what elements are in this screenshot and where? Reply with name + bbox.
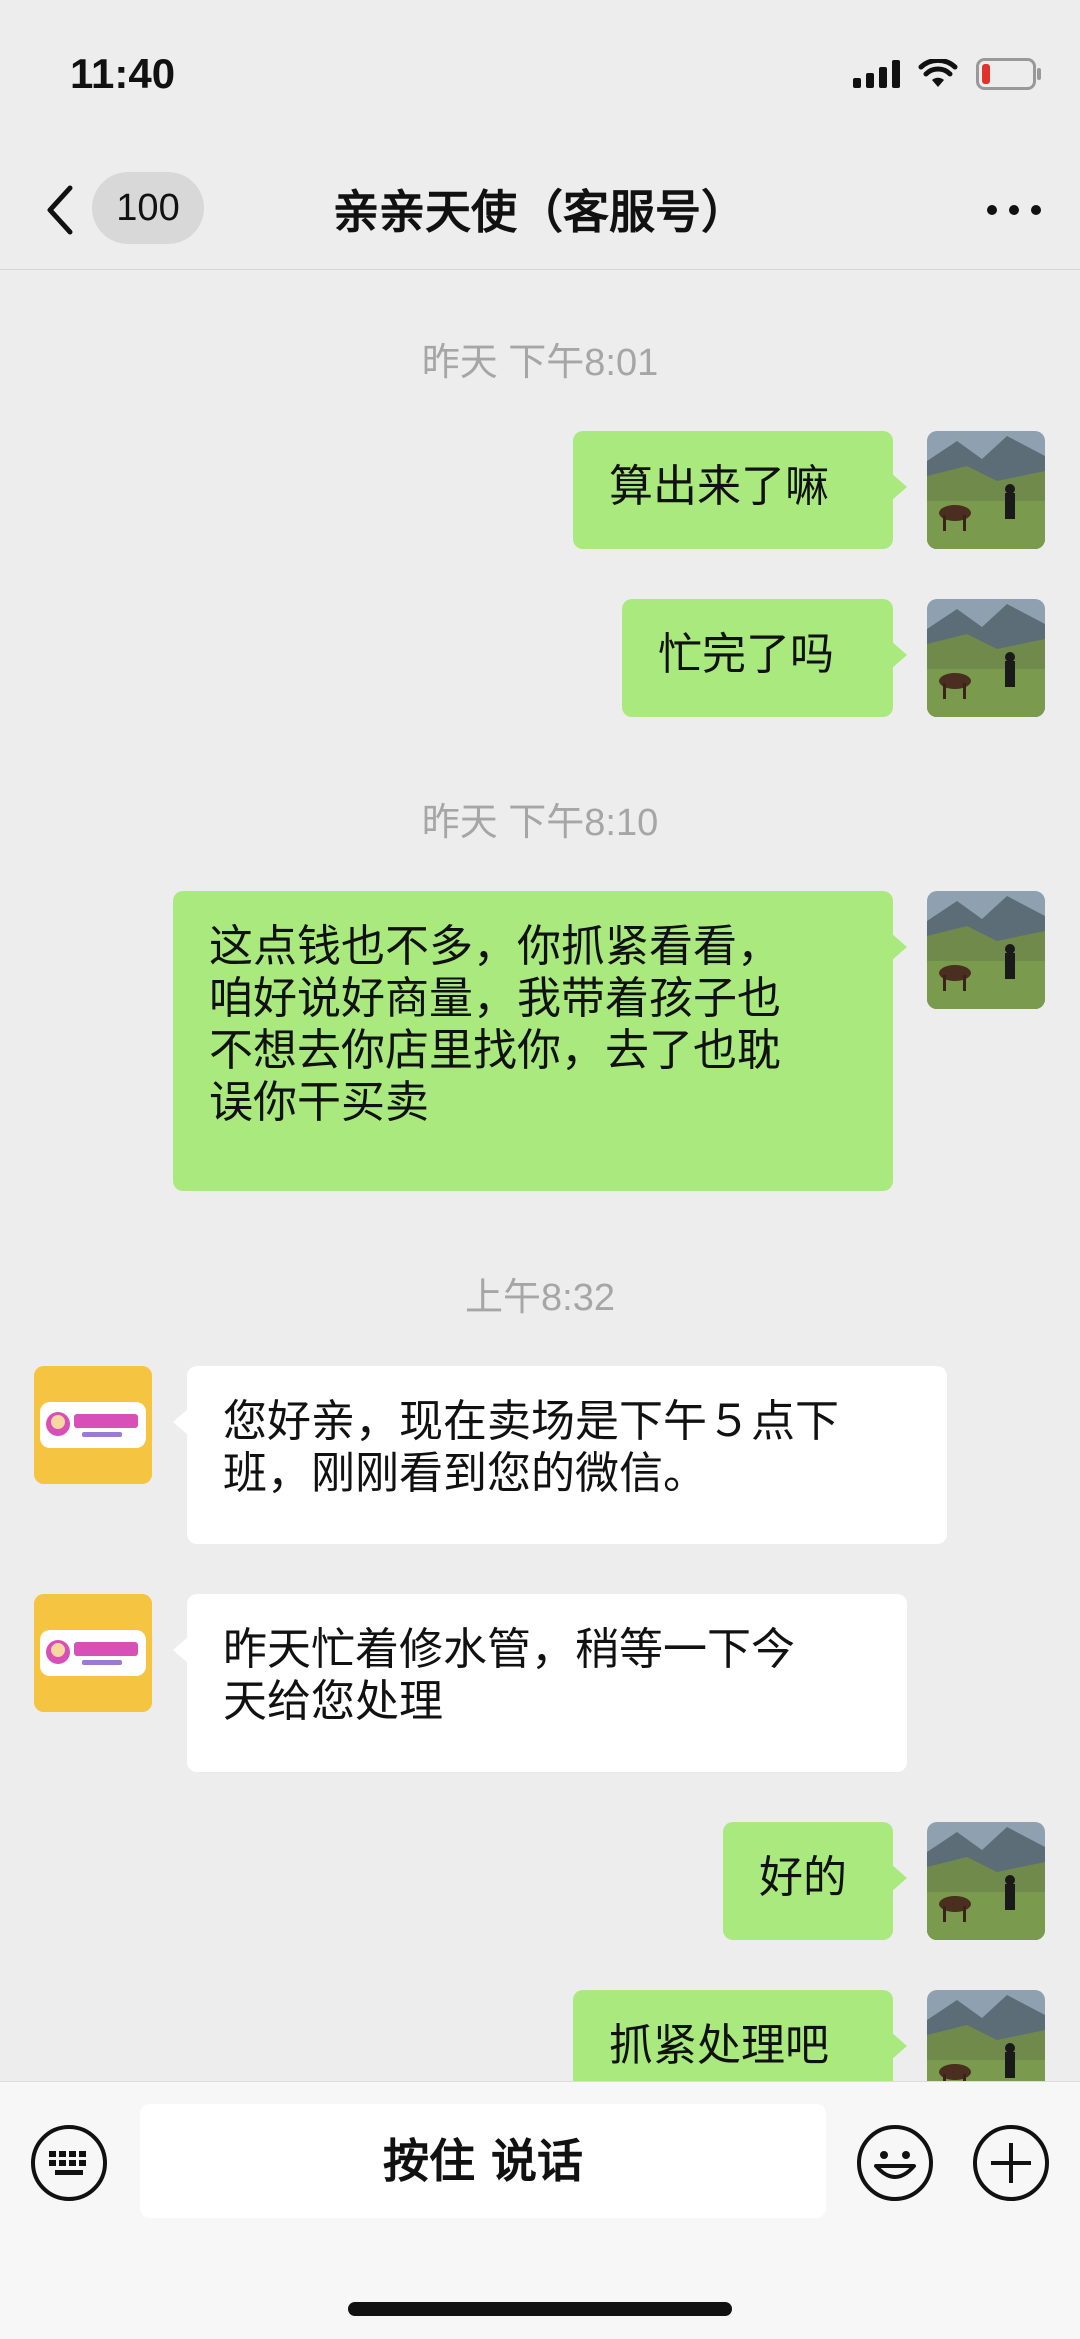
message-bubble-outgoing[interactable]: 抓紧处理吧 bbox=[573, 1990, 907, 2081]
hold-to-talk-button[interactable]: 按住 说话 bbox=[140, 2104, 826, 2218]
home-indicator[interactable] bbox=[348, 2302, 732, 2316]
battery-icon bbox=[976, 58, 1042, 90]
message-timestamp: 昨天 下午8:10 bbox=[421, 802, 659, 844]
my-avatar[interactable] bbox=[927, 1822, 1045, 1940]
my-avatar[interactable] bbox=[927, 431, 1045, 549]
message-text: 忙完了吗 bbox=[658, 629, 834, 680]
status-icons bbox=[853, 58, 1042, 90]
message-text-line: 不想去你店里找你，去了也耽 bbox=[209, 1025, 781, 1076]
chat-header: 100 亲亲天使（客服号） bbox=[0, 150, 1080, 270]
my-avatar[interactable] bbox=[927, 1990, 1045, 2081]
keyboard-icon[interactable] bbox=[30, 2124, 108, 2202]
message-text-line: 昨天忙着修水管，稍等一下今 bbox=[223, 1624, 795, 1675]
message-bubble-outgoing[interactable]: 好的 bbox=[723, 1822, 907, 1940]
message-text-line: 误你干买卖 bbox=[209, 1077, 429, 1128]
message-text-line: 这点钱也不多，你抓紧看看， bbox=[209, 921, 781, 972]
chat-title: 亲亲天使（客服号） bbox=[333, 185, 747, 239]
my-avatar[interactable] bbox=[927, 599, 1045, 717]
message-text: 抓紧处理吧 bbox=[609, 2020, 829, 2071]
message-text-line: 咱好说好商量，我带着孩子也 bbox=[209, 973, 781, 1024]
unread-count-badge[interactable]: 100 bbox=[92, 172, 204, 244]
status-time: 11:40 bbox=[70, 50, 176, 97]
more-horizontal-icon[interactable] bbox=[984, 198, 1044, 222]
message-timestamp: 上午8:32 bbox=[465, 1277, 615, 1319]
message-text-line: 天给您处理 bbox=[223, 1676, 443, 1727]
chevron-left-icon[interactable] bbox=[40, 180, 80, 240]
input-bar: 按住 说话 bbox=[0, 2081, 1080, 2339]
contact-avatar[interactable] bbox=[34, 1594, 152, 1712]
my-avatar[interactable] bbox=[927, 891, 1045, 1009]
message-bubble-outgoing[interactable]: 忙完了吗 bbox=[622, 599, 907, 717]
plus-icon[interactable] bbox=[972, 2124, 1050, 2202]
cellular-signal-icon bbox=[853, 60, 900, 88]
wifi-icon bbox=[918, 59, 958, 89]
message-bubble-outgoing[interactable]: 这点钱也不多，你抓紧看看， 咱好说好商量，我带着孩子也 不想去你店里找你，去了也… bbox=[173, 891, 907, 1191]
emoji-icon[interactable] bbox=[856, 2124, 934, 2202]
message-timestamp: 昨天 下午8:01 bbox=[421, 342, 659, 384]
message-bubble-incoming[interactable]: 昨天忙着修水管，稍等一下今 天给您处理 bbox=[173, 1594, 907, 1772]
message-bubble-incoming[interactable]: 您好亲，现在卖场是下午５点下 班，刚刚看到您的微信。 bbox=[173, 1366, 947, 1544]
message-text: 好的 bbox=[759, 1852, 847, 1903]
message-bubble-outgoing[interactable]: 算出来了嘛 bbox=[573, 431, 907, 549]
status-bar: 11:40 bbox=[0, 0, 1080, 150]
contact-avatar[interactable] bbox=[34, 1366, 152, 1484]
message-text: 算出来了嘛 bbox=[609, 461, 829, 512]
message-text-line: 班，刚刚看到您的微信。 bbox=[223, 1448, 707, 1499]
message-list[interactable]: 昨天 下午8:01 算出来了嘛 忙完了吗 昨天 下午8:10 这点钱也不多，你抓… bbox=[0, 271, 1080, 2081]
message-text-line: 您好亲，现在卖场是下午５点下 bbox=[223, 1396, 839, 1447]
